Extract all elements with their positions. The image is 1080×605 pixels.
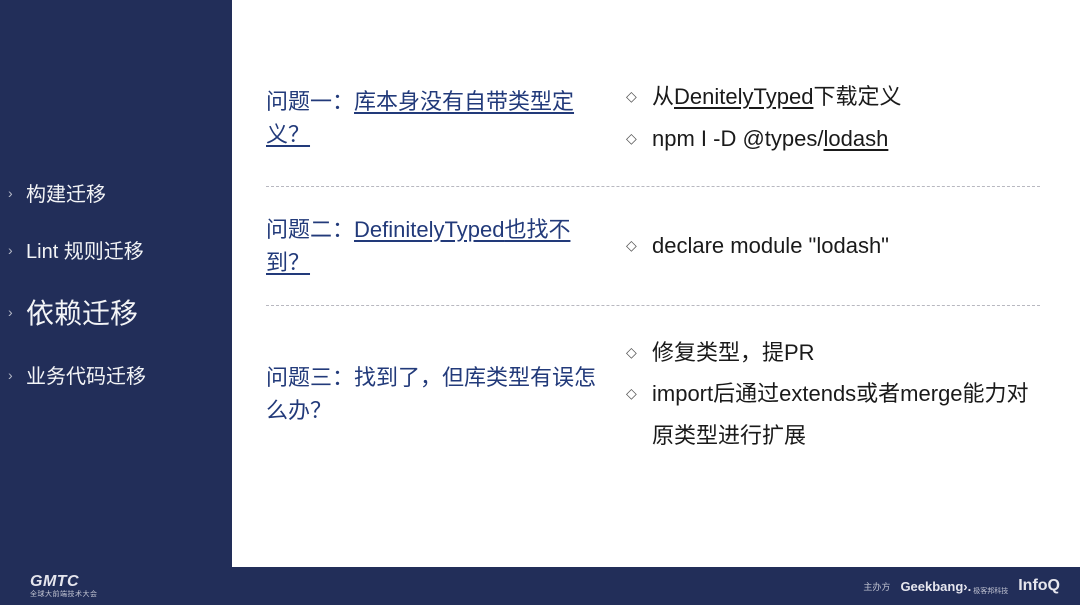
a-ul: DenitelyTyped [674,84,813,109]
a-pre: import后通过extends或者merge能力对原类型进行扩展 [652,381,1029,448]
question-row-3: 问题三：找到了，但库类型有误怎么办？ 修复类型，提PR import后通过ext… [266,305,1040,483]
main-area: › 构建迁移 › Lint 规则迁移 › 依赖迁移 › 业务代码迁移 问题一：库… [0,0,1080,567]
chevron-right-icon: › [8,242,20,258]
q-ul: DefinitelyTyped [354,217,504,242]
answer-item: import后通过extends或者merge能力对原类型进行扩展 [626,373,1040,457]
a-post: 下载定义 [813,84,901,109]
sidebar-item-business: › 业务代码迁移 [8,360,232,389]
footer-left: GMTC 全球大前端技术大会 [30,574,98,598]
sidebar: › 构建迁移 › Lint 规则迁移 › 依赖迁移 › 业务代码迁移 [0,0,232,567]
a-pre: npm I -D @types/ [652,126,824,151]
question-row-1: 问题一：库本身没有自带类型定义？ 从DenitelyTyped下载定义 npm … [266,50,1040,186]
sponsor-geekbang: Geekbang›. [900,579,971,594]
a-pre: declare module "lodash" [652,233,889,258]
sponsor-geekbang-sub: 极客邦科技 [973,586,1008,596]
a-pre: 修复类型，提PR [652,340,815,365]
sidebar-item-deps: › 依赖迁移 [8,292,232,332]
sidebar-item-label: 构建迁移 [26,178,106,207]
chevron-right-icon: › [8,304,20,320]
footer-right: 主办方 Geekbang›. 极客邦科技 InfoQ [863,576,1060,596]
question-row-2: 问题二：DefinitelyTyped也找不到？ declare module … [266,186,1040,305]
organizer-label: 主办方 [863,580,890,593]
answer-item: npm I -D @types/lodash [626,118,1040,160]
sidebar-item-label: Lint 规则迁移 [26,235,144,264]
question-1: 问题一：库本身没有自带类型定义？ [266,85,626,151]
q-prefix: 问题二： [266,217,354,242]
answers-2: declare module "lodash" [626,225,1040,267]
a-ul: lodash [824,126,889,151]
sponsor-infoq: InfoQ [1018,577,1060,595]
q-prefix: 问题三： [266,365,354,390]
answers-3: 修复类型，提PR import后通过extends或者merge能力对原类型进行… [626,332,1040,457]
sidebar-item-build: › 构建迁移 [8,178,232,207]
question-3: 问题三：找到了，但库类型有误怎么办？ [266,361,626,427]
answer-item: declare module "lodash" [626,225,1040,267]
footer: GMTC 全球大前端技术大会 主办方 Geekbang›. 极客邦科技 Info… [0,567,1080,605]
chevron-right-icon: › [8,367,20,383]
a-pre: 从 [652,84,674,109]
sidebar-item-label: 依赖迁移 [26,292,138,332]
sidebar-item-label: 业务代码迁移 [26,360,146,389]
brand-subtitle: 全球大前端技术大会 [30,591,98,598]
answer-item: 修复类型，提PR [626,332,1040,374]
q-prefix: 问题一： [266,89,354,114]
answers-1: 从DenitelyTyped下载定义 npm I -D @types/lodas… [626,76,1040,160]
question-2: 问题二：DefinitelyTyped也找不到？ [266,213,626,279]
sidebar-item-lint: › Lint 规则迁移 [8,235,232,264]
content: 问题一：库本身没有自带类型定义？ 从DenitelyTyped下载定义 npm … [232,0,1080,567]
chevron-right-icon: › [8,185,20,201]
answer-item: 从DenitelyTyped下载定义 [626,76,1040,118]
brand-logo: GMTC [30,574,98,590]
